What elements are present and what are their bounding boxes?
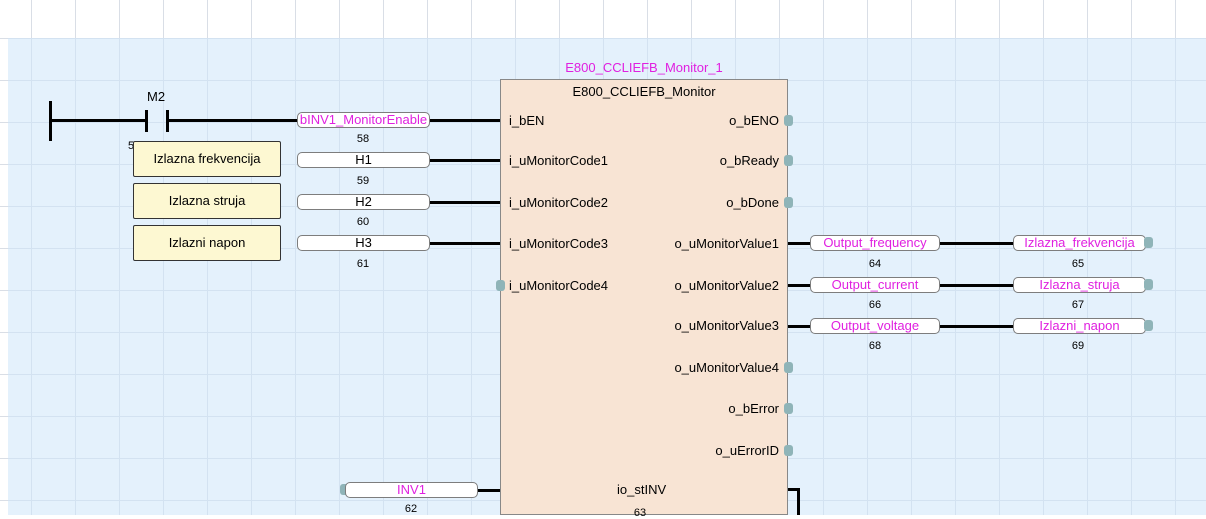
element-number: 61 (356, 258, 370, 270)
output-variable[interactable]: Output_current (810, 277, 940, 293)
pin-connector[interactable] (1144, 279, 1153, 290)
pin-connector[interactable] (784, 403, 793, 414)
output-target-variable[interactable]: Izlazna_frekvencija (1013, 235, 1146, 251)
output-variable[interactable]: Output_frequency (810, 235, 940, 251)
fb-input-pin[interactable]: i_uMonitorCode3 (509, 236, 608, 251)
fb-output-pin[interactable]: o_bDone (639, 195, 779, 210)
pin-connector[interactable] (1144, 237, 1153, 248)
fb-inout-pin[interactable]: io_stINV (617, 482, 666, 497)
element-number: 68 (868, 340, 882, 352)
wire (478, 489, 500, 492)
wire (430, 159, 500, 162)
pin-connector[interactable] (496, 280, 505, 291)
fb-output-pin[interactable]: o_uErrorID (639, 443, 779, 458)
element-number: 64 (868, 258, 882, 270)
fb-type-name: E800_CCLIEFB_Monitor (572, 84, 716, 99)
output-target-variable[interactable]: Izlazna_struja (1013, 277, 1146, 293)
fb-input-pin[interactable]: i_uMonitorCode2 (509, 195, 608, 210)
element-number: 60 (356, 216, 370, 228)
wire (430, 242, 500, 245)
output-variable[interactable]: Output_voltage (810, 318, 940, 334)
comment-box[interactable]: Izlazna frekvencija (133, 141, 281, 177)
output-target-variable[interactable]: Izlazni_napon (1013, 318, 1146, 334)
element-number: 66 (868, 299, 882, 311)
fb-output-pin[interactable]: o_bReady (639, 153, 779, 168)
pin-connector[interactable] (784, 445, 793, 456)
pin-connector[interactable] (784, 115, 793, 126)
element-number: 62 (404, 503, 418, 515)
element-number: 63 (633, 507, 647, 519)
fb-input-pin[interactable]: i_bEN (509, 113, 544, 128)
element-number: 69 (1071, 340, 1085, 352)
element-number: 58 (356, 133, 370, 145)
fb-output-pin[interactable]: o_uMonitorValue1 (639, 236, 779, 251)
fb-output-pin[interactable]: o_uMonitorValue3 (639, 318, 779, 333)
fb-output-pin[interactable]: o_uMonitorValue4 (639, 360, 779, 375)
wire (430, 201, 500, 204)
element-number: 59 (356, 175, 370, 187)
ladder-canvas[interactable]: M2 57 Izlazna frekvencija Izlazna struja… (0, 0, 1206, 519)
comment-box[interactable]: Izlazni napon (133, 225, 281, 261)
input-variable[interactable]: H1 (297, 152, 430, 168)
element-number: 65 (1071, 258, 1085, 270)
wire (797, 488, 800, 515)
pin-connector[interactable] (784, 155, 793, 166)
fb-output-pin[interactable]: o_bError (639, 401, 779, 416)
pin-connector[interactable] (1144, 320, 1153, 331)
wire (788, 284, 810, 287)
fb-output-pin[interactable]: o_bENO (639, 113, 779, 128)
wire (940, 325, 1013, 328)
inout-variable[interactable]: INV1 (345, 482, 478, 498)
contact-left-bar (145, 110, 148, 132)
input-variable[interactable]: H3 (297, 235, 430, 251)
wire (430, 119, 500, 122)
rung-wire (169, 119, 297, 122)
element-number: 67 (1071, 299, 1085, 311)
wire (788, 325, 810, 328)
wire (940, 242, 1013, 245)
wire (940, 284, 1013, 287)
pin-connector[interactable] (784, 362, 793, 373)
fb-input-pin[interactable]: i_uMonitorCode4 (509, 278, 608, 293)
comment-box[interactable]: Izlazna struja (133, 183, 281, 219)
pin-connector[interactable] (784, 197, 793, 208)
fb-instance-name[interactable]: E800_CCLIEFB_Monitor_1 (500, 60, 788, 75)
fb-output-pin[interactable]: o_uMonitorValue2 (639, 278, 779, 293)
input-variable[interactable]: H2 (297, 194, 430, 210)
contact-label[interactable]: M2 (147, 89, 165, 104)
wire (788, 242, 810, 245)
fb-input-pin[interactable]: i_uMonitorCode1 (509, 153, 608, 168)
input-variable[interactable]: bINV1_MonitorEnable (297, 112, 430, 128)
rung-wire (52, 119, 147, 122)
